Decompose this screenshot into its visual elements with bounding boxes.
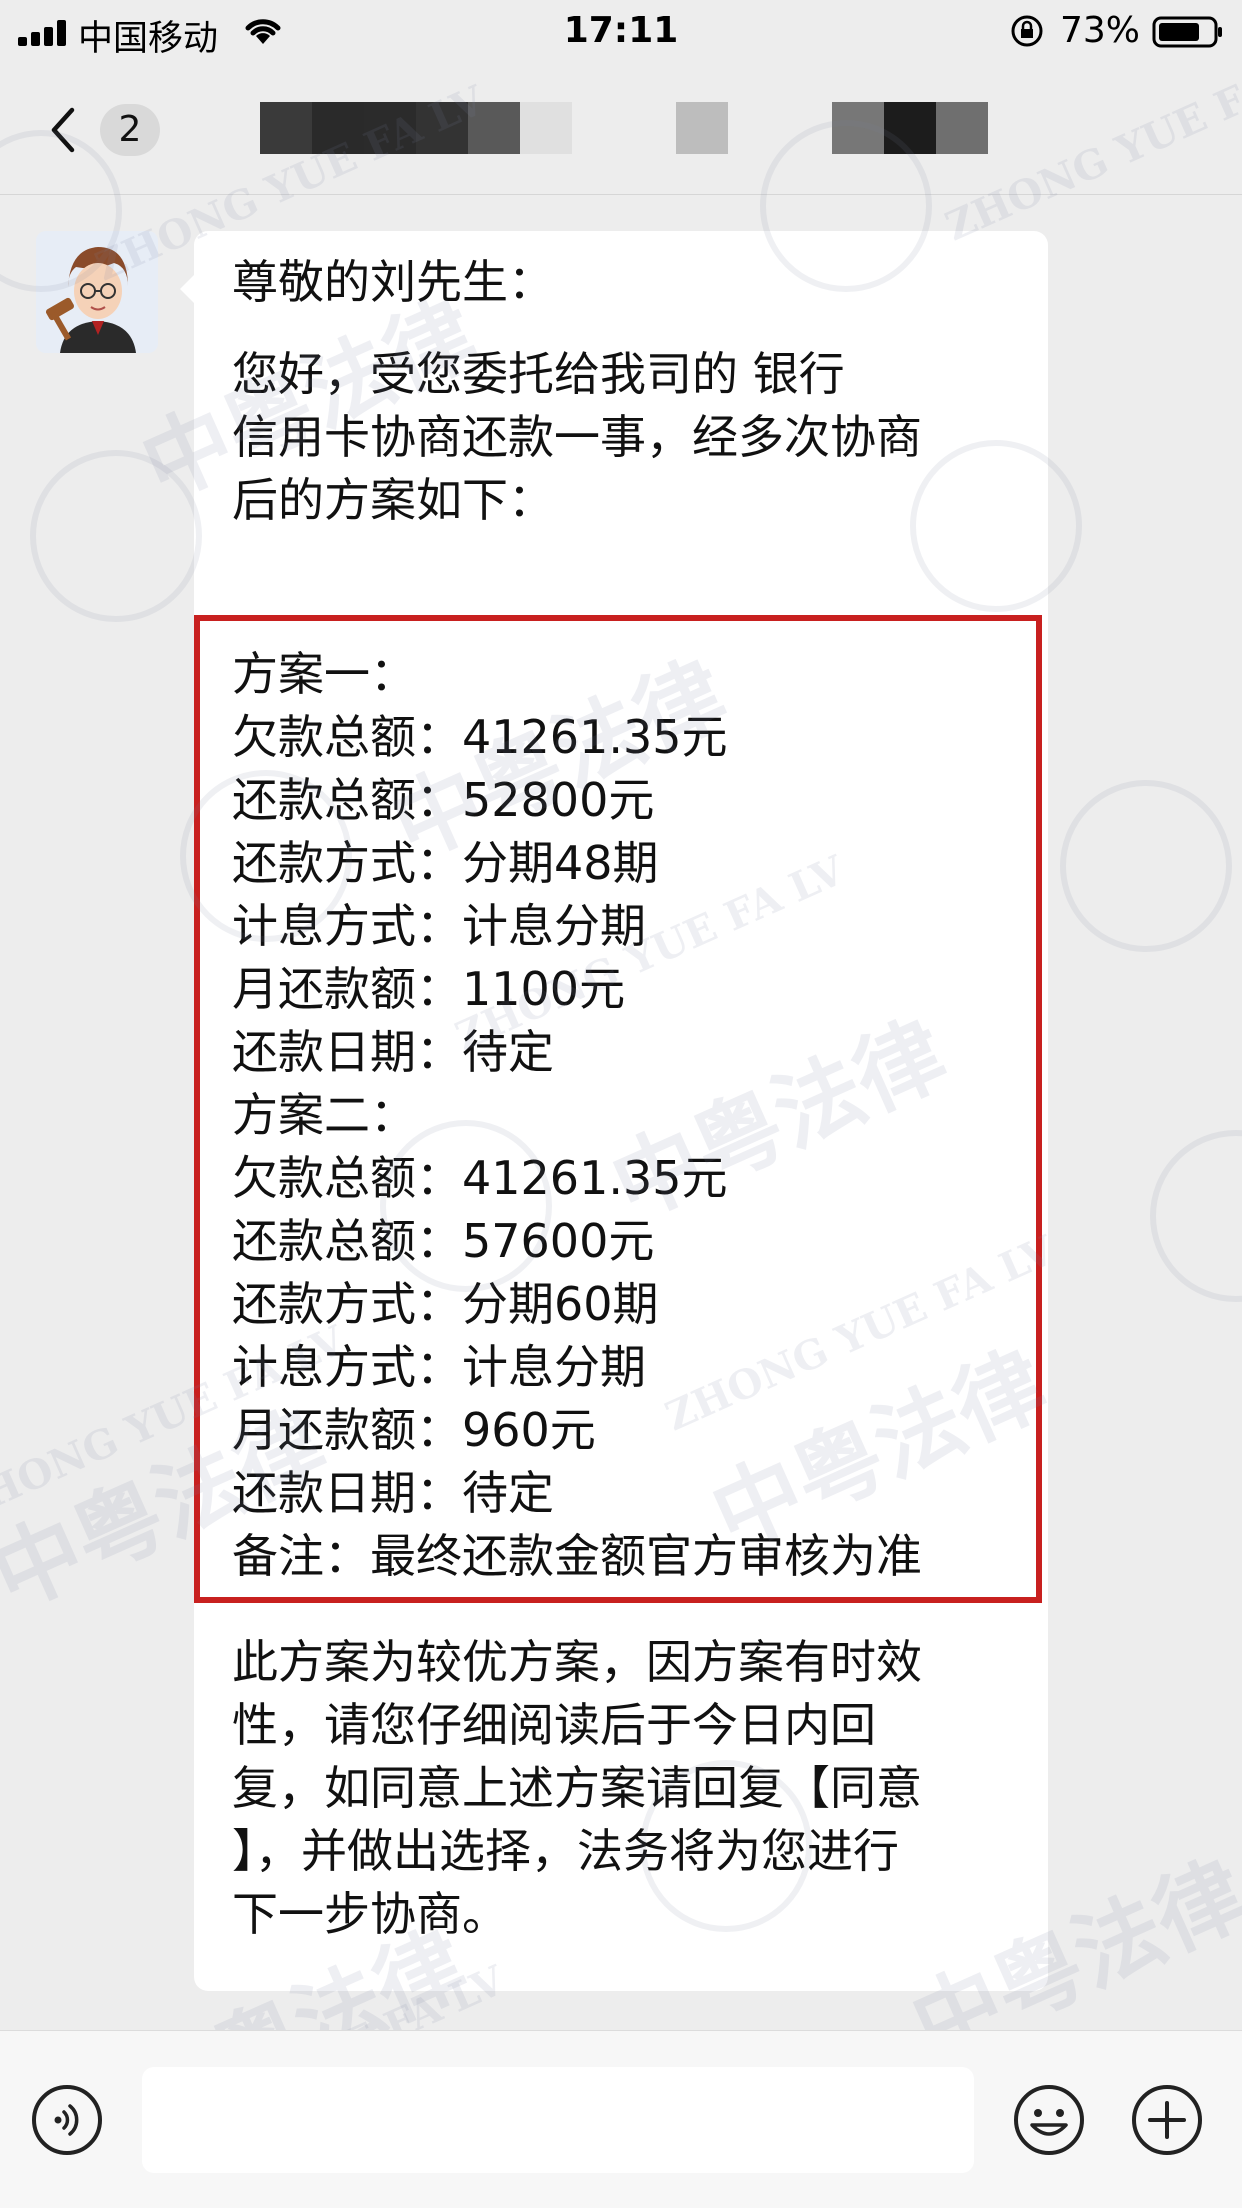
closing-line: 下一步协商。 bbox=[232, 1887, 508, 1941]
back-button[interactable]: 2 bbox=[38, 98, 160, 162]
plan-line: 月还款额：960元 bbox=[232, 1403, 596, 1457]
chevron-left-icon bbox=[51, 107, 75, 153]
message-area[interactable]: 尊敬的刘先生： 您好，受您委托给我司的 银行 信用卡协商还款一事，经多次协商 后… bbox=[0, 195, 1242, 2025]
greeting-text: 尊敬的刘先生： bbox=[232, 255, 554, 309]
chat-title-redacted bbox=[260, 102, 1000, 154]
plan-line: 计息方式：计息分期 bbox=[232, 899, 646, 953]
intro-line: 信用卡协商还款一事，经多次协商 bbox=[232, 410, 922, 464]
battery-icon bbox=[1152, 16, 1222, 48]
plan-line: 还款方式：分期48期 bbox=[232, 836, 659, 890]
sender-avatar[interactable] bbox=[36, 231, 158, 353]
emoji-icon[interactable] bbox=[1012, 2083, 1086, 2157]
status-bar: 中国移动 17:11 73% bbox=[0, 0, 1242, 62]
closing-line: 】，并做出选择，法务将为您进行 bbox=[232, 1824, 899, 1878]
plan-line: 欠款总额：41261.35元 bbox=[232, 1151, 728, 1205]
closing-line: 此方案为较优方案，因方案有时效 bbox=[232, 1635, 922, 1689]
unread-count-badge: 2 bbox=[100, 104, 160, 156]
voice-icon[interactable] bbox=[30, 2083, 104, 2157]
plan-line: 还款方式：分期60期 bbox=[232, 1277, 659, 1331]
plan-line: 还款日期：待定 bbox=[232, 1466, 554, 1520]
closing-line: 复，如同意上述方案请回复【同意 bbox=[232, 1761, 922, 1815]
plan-line: 欠款总额：41261.35元 bbox=[232, 710, 728, 764]
plan-line: 计息方式：计息分期 bbox=[232, 1340, 646, 1394]
closing-line: 性，请您仔细阅读后于今日内回 bbox=[232, 1698, 876, 1752]
plan-line: 月还款额：1100元 bbox=[232, 962, 626, 1016]
plan-line: 备注：最终还款金额官方审核为准 bbox=[232, 1529, 922, 1583]
nav-bar: 2 bbox=[0, 62, 1242, 195]
rotation-lock-icon bbox=[1011, 15, 1043, 47]
message-bubble[interactable]: 尊敬的刘先生： 您好，受您委托给我司的 银行 信用卡协商还款一事，经多次协商 后… bbox=[194, 231, 1048, 1991]
plan-line: 还款日期：待定 bbox=[232, 1025, 554, 1079]
plus-icon[interactable] bbox=[1130, 2083, 1204, 2157]
plan-line: 还款总额：57600元 bbox=[232, 1214, 655, 1268]
intro-line: 后的方案如下： bbox=[232, 473, 554, 527]
intro-line: 您好，受您委托给我司的 银行 bbox=[232, 347, 845, 401]
plan-line: 方案一： bbox=[232, 647, 416, 701]
message-input[interactable] bbox=[142, 2067, 974, 2173]
input-bar bbox=[0, 2030, 1242, 2208]
battery-percentage: 73% bbox=[1060, 10, 1141, 51]
plan-line: 还款总额：52800元 bbox=[232, 773, 655, 827]
clock: 17:11 bbox=[563, 10, 679, 51]
plan-line: 方案二： bbox=[232, 1088, 416, 1142]
chat-screen: 中国移动 17:11 73% 2 尊敬的刘先生： 您好，受您委托给我司的 银行 … bbox=[0, 0, 1242, 2208]
